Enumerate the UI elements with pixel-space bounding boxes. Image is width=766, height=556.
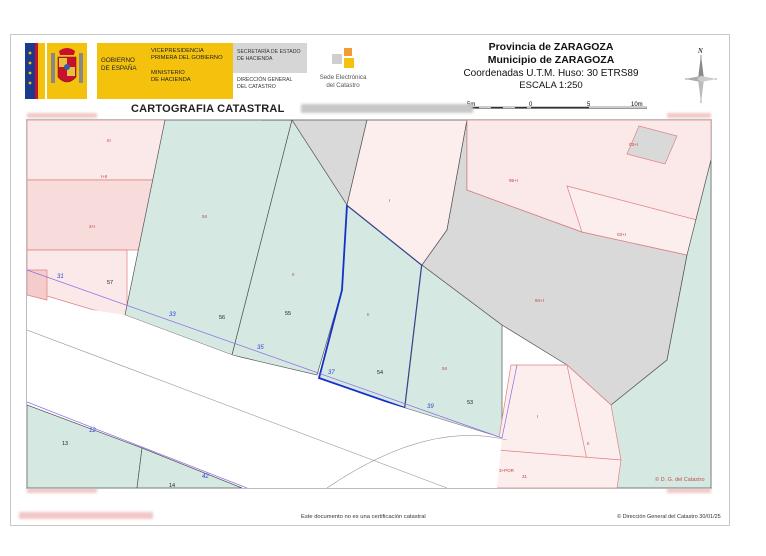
label-green-3: II xyxy=(367,312,370,317)
secretaria-line-1: SECRETARÍA DE ESTADO xyxy=(237,49,301,55)
sede-electronica-logo[interactable]: Sede Electrónica del Catastro xyxy=(311,43,375,99)
north-arrow-icon: N xyxy=(685,47,717,103)
scale-label: ESCALA 1:250 xyxy=(519,80,583,91)
secretaria-block: SECRETARÍA DE ESTADO DE HACIENDA DIRECCI… xyxy=(233,43,307,99)
direccion-line-2: DEL CATASTRO xyxy=(237,83,276,90)
map-header: Provincia de ZARAGOZA Municipio de ZARAG… xyxy=(451,41,651,92)
label-upper-centre: I xyxy=(389,198,390,203)
gobierno-line-2: DE ESPAÑA xyxy=(101,64,137,72)
ministry-line-1: MINISTERIO xyxy=(151,70,185,76)
north-letter: N xyxy=(697,47,703,55)
label-54: 54 xyxy=(377,370,383,376)
label-lower-right-1: I xyxy=(537,414,538,419)
secretaria-line-2: DE HACIENDA xyxy=(237,55,273,62)
vice-line-2: PRIMERA DEL GOBIERNO xyxy=(151,55,223,61)
label-grey-large: 94+I xyxy=(535,298,544,303)
label-13: 13 xyxy=(62,441,68,447)
parcel-top-left-1[interactable] xyxy=(27,120,168,181)
label-top-left-3: 3+I xyxy=(89,224,95,229)
label-green-1: 5II xyxy=(202,214,207,219)
sede-logo-icon xyxy=(332,48,354,70)
redacted-top-right xyxy=(667,113,711,118)
label-lower-right-2: II xyxy=(587,441,590,446)
label-corner: 03+I xyxy=(629,142,638,147)
label-green-4: 5II xyxy=(442,366,447,371)
parcel-left-strip[interactable] xyxy=(27,269,48,301)
label-top-left-1: III xyxy=(107,138,111,143)
scale-bar: 5m 0 5 10m xyxy=(467,102,647,109)
label-upper-right: 95+I xyxy=(509,178,518,183)
ministry-line-2: DE HACIENDA xyxy=(151,77,191,83)
label-56: 56 xyxy=(219,315,225,321)
label-upper-right-2: 03+I xyxy=(617,232,626,237)
label-57: 57 xyxy=(107,280,113,286)
map-canvas[interactable]: 57 56 55 54 53 13 14 33 35 37 39 31 12 4… xyxy=(27,120,711,488)
house-35: 35 xyxy=(257,345,264,351)
province-label: Provincia de ZARAGOZA xyxy=(488,41,614,53)
house-37: 37 xyxy=(328,370,335,376)
cadastral-map[interactable]: 57 56 55 54 53 13 14 33 35 37 39 31 12 4… xyxy=(26,119,712,489)
label-green-2: II xyxy=(292,272,295,277)
ministry-block: VICEPRESIDENCIA PRIMERA DEL GOBIERNO MIN… xyxy=(147,43,233,99)
label-top-left-2: I+II xyxy=(101,174,107,179)
gobierno-label: GOBIERNO DE ESPAÑA xyxy=(97,43,149,99)
label-lower-right-4: 31 xyxy=(522,474,528,479)
copyright-footer: © Dirección General del Catastro 30/01/2… xyxy=(617,514,721,520)
coat-of-arms-icon xyxy=(47,43,87,99)
vice-line-1: VICEPRESIDENCIA xyxy=(151,48,204,54)
label-14: 14 xyxy=(169,483,175,488)
house-42: 42 xyxy=(202,474,209,480)
redacted-reference xyxy=(301,104,473,113)
document-title: CARTOGRAFIA CATASTRAL xyxy=(131,103,285,115)
house-39: 39 xyxy=(427,404,434,410)
map-copyright: © D. G. del Catastro xyxy=(655,477,705,483)
label-55: 55 xyxy=(285,311,291,317)
parcel-top-left-2[interactable] xyxy=(27,179,158,251)
gobierno-line-1: GOBIERNO xyxy=(101,57,135,64)
house-33: 33 xyxy=(169,312,176,318)
redacted-top-left xyxy=(27,113,97,118)
label-53: 53 xyxy=(467,400,473,406)
coordinates-label: Coordenadas U.T.M. Huso: 30 ETRS89 xyxy=(463,68,639,79)
redacted-footer-left xyxy=(19,512,153,519)
sede-line-1: Sede Electrónica xyxy=(319,74,367,81)
label-lower-right-3: 3+POR xyxy=(499,468,515,473)
spain-flag-icon xyxy=(25,43,45,99)
disclaimer-note: Este documento no es una certificación c… xyxy=(301,514,426,520)
municipality-label: Municipio de ZARAGOZA xyxy=(487,54,615,66)
house-12: 12 xyxy=(89,428,96,434)
sede-line-2: del Catastro xyxy=(326,81,360,89)
house-31: 31 xyxy=(57,274,64,280)
direccion-block: DIRECCIÓN GENERAL DEL CATASTRO xyxy=(233,73,307,99)
